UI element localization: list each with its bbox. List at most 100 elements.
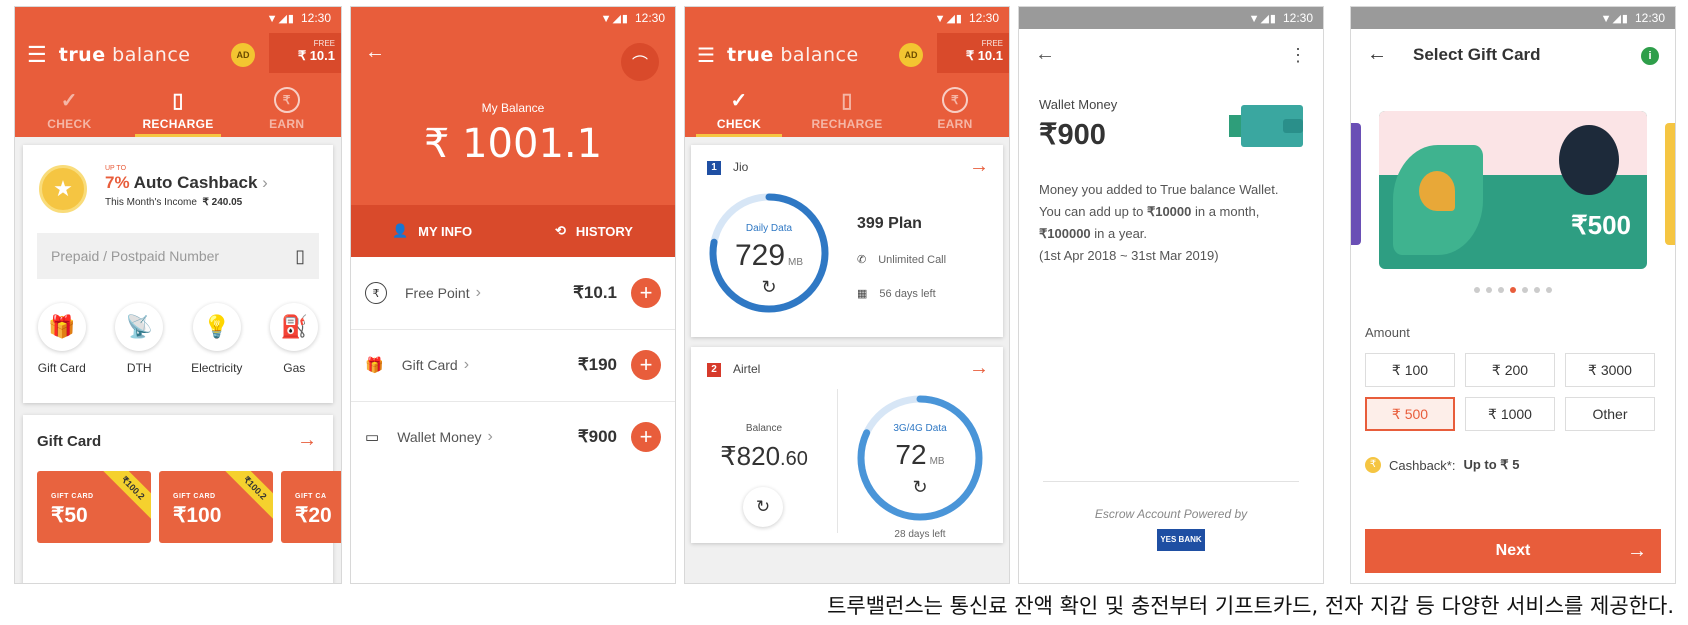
screen-wallet-money: ▼◢▮ 12:30 ← ⋮ Wallet Money ₹900 Money yo…: [1018, 6, 1324, 584]
app-bar: ☰ true balance AD FREE ₹ 10.1: [685, 29, 1009, 81]
service-electricity[interactable]: 💡 Electricity: [182, 303, 252, 375]
airtel-card[interactable]: 2 Airtel → Balance ₹820.60 ↻ 3G/4G Data …: [691, 347, 1003, 543]
refresh-icon[interactable]: ↻: [705, 277, 833, 298]
back-arrow-icon[interactable]: ←: [365, 41, 385, 64]
info-bar: 👤 MY INFO ⟲ HISTORY: [351, 205, 675, 257]
person-icon: 👤: [391, 223, 409, 238]
phone-icon[interactable]: ▯: [295, 246, 305, 267]
history-button[interactable]: ⟲ HISTORY: [513, 205, 675, 257]
more-icon[interactable]: ⋮: [1289, 45, 1307, 66]
status-bar: ▼◢▮ 12:30: [1019, 7, 1323, 29]
airtel-balance-value: ₹820.60: [720, 441, 808, 471]
tab-recharge[interactable]: ▯ RECHARGE: [793, 81, 901, 137]
screen-my-balance: ▼◢▮ 12:30 ← ⌒ My Balance ₹ 1001.1 👤 MY IN…: [350, 6, 676, 584]
cashback-heading[interactable]: 7% Auto Cashback ›: [105, 173, 268, 193]
carousel-dot[interactable]: [1534, 287, 1540, 293]
gift-card-image[interactable]: ₹500: [1379, 111, 1647, 269]
carousel-next-card[interactable]: [1665, 123, 1675, 245]
support-icon[interactable]: ⌒: [621, 43, 659, 81]
jio-card[interactable]: 1 Jio → Daily Data 729 MB ↻ 399 Plan ✆ Unl…: [691, 145, 1003, 337]
gift-card-item[interactable]: GIFT CA ₹20: [281, 471, 341, 543]
days-left: ▦ 56 days left: [857, 288, 936, 300]
status-icons: ▼◢▮: [266, 12, 295, 25]
tab-earn[interactable]: ₹ EARN: [232, 81, 341, 137]
ad-badge[interactable]: AD: [899, 43, 923, 67]
balance-value: ₹ 1001.1: [423, 121, 603, 167]
add-button: +: [631, 350, 661, 380]
amount-option[interactable]: ₹ 100: [1365, 353, 1455, 387]
arrow-right-icon[interactable]: →: [297, 429, 317, 452]
carousel-dot[interactable]: [1546, 287, 1552, 293]
gas-icon: ⛽: [270, 303, 319, 351]
service-gas[interactable]: ⛽ Gas: [259, 303, 329, 375]
carousel-dot[interactable]: [1486, 287, 1492, 293]
back-arrow-icon[interactable]: ←: [1035, 43, 1055, 66]
status-bar: ▼◢▮ 12:30: [685, 7, 1009, 29]
amount-option-selected[interactable]: ₹ 500: [1365, 397, 1455, 431]
info-icon[interactable]: i: [1641, 47, 1659, 65]
amount-option[interactable]: ₹ 200: [1465, 353, 1555, 387]
tab-check[interactable]: ✓ CHECK: [15, 81, 124, 137]
free-points-box[interactable]: FREE ₹ 10.1: [269, 33, 341, 73]
row-wallet-money[interactable]: ▭ Wallet Money › ₹900 +: [351, 401, 675, 473]
tab-earn[interactable]: ₹ EARN: [901, 81, 1009, 137]
cashback-line: ₹ Cashback*: Up to ₹ 5: [1365, 457, 1519, 473]
status-bar: ▼◢▮ 12:30: [1351, 7, 1675, 29]
cashback-corner: ₹100.2: [98, 471, 151, 523]
next-button[interactable]: Next →: [1365, 529, 1661, 573]
tab-bar: ✓ CHECK ▯ RECHARGE ₹ EARN: [15, 81, 341, 137]
arrow-right-icon[interactable]: →: [969, 357, 989, 380]
coin-icon: ★: [39, 165, 87, 213]
carousel-dots: [1351, 287, 1675, 293]
add-button: +: [631, 422, 661, 452]
data-value: 72 MB: [895, 439, 945, 470]
service-list: 🎁 Gift Card 📡 DTH 💡 Electricity ⛽ Gas: [23, 303, 333, 375]
chevron-right-icon: ›: [262, 173, 268, 192]
refresh-button[interactable]: ↻: [743, 487, 783, 527]
amount-option[interactable]: Other: [1565, 397, 1655, 431]
woman-figure-icon: [1559, 125, 1619, 195]
amount-label: Amount: [1365, 325, 1410, 340]
ad-badge[interactable]: AD: [231, 43, 255, 67]
recharge-card: ★ UP TO 7% Auto Cashback › This Month's …: [23, 145, 333, 403]
flower-icon: [1419, 171, 1455, 211]
screen-check: ▼◢▮ 12:30 ☰ true balance AD FREE ₹ 10.1 …: [684, 6, 1010, 584]
free-points-box[interactable]: FREE ₹ 10.1: [937, 33, 1009, 73]
carousel-prev-card[interactable]: [1351, 123, 1361, 245]
divider: [1043, 481, 1299, 482]
back-arrow-icon[interactable]: ←: [1367, 43, 1387, 66]
refresh-icon[interactable]: ↻: [853, 477, 987, 498]
divider: [837, 389, 838, 533]
check-icon: ✓: [60, 89, 78, 112]
data-label: 3G/4G Data: [893, 423, 947, 434]
carousel-dot[interactable]: [1510, 287, 1516, 293]
amount-option[interactable]: ₹ 1000: [1465, 397, 1555, 431]
tab-check[interactable]: ✓ CHECK: [685, 81, 793, 137]
operator-name: Airtel: [733, 362, 761, 376]
balance-label: My Balance: [481, 101, 545, 115]
row-free-point[interactable]: ₹ Free Point › ₹10.1 +: [351, 257, 675, 330]
my-info-button[interactable]: 👤 MY INFO: [351, 205, 513, 257]
gift-card-value: ₹500: [1571, 210, 1631, 240]
menu-icon[interactable]: ☰: [27, 42, 47, 68]
phone-number-input[interactable]: Prepaid / Postpaid Number ▯: [37, 233, 319, 279]
yes-bank-logo: YES BANK: [1157, 529, 1205, 551]
service-dth[interactable]: 📡 DTH: [104, 303, 174, 375]
phone-icon: ▯: [172, 89, 184, 112]
carousel-dot[interactable]: [1498, 287, 1504, 293]
plan-name: 399 Plan: [857, 215, 922, 232]
arrow-right-icon[interactable]: →: [969, 155, 989, 178]
tab-recharge[interactable]: ▯ RECHARGE: [124, 81, 233, 137]
call-icon: ✆: [857, 254, 867, 266]
row-gift-card[interactable]: 🎁 Gift Card › ₹190 +: [351, 329, 675, 402]
service-gift-card[interactable]: 🎁 Gift Card: [27, 303, 97, 375]
gift-card-item[interactable]: ₹100.2 GIFT CARD ₹50: [37, 471, 151, 543]
content-area: 1 Jio → Daily Data 729 MB ↻ 399 Plan ✆ Unl…: [685, 137, 1009, 583]
menu-icon[interactable]: ☰: [697, 43, 715, 68]
amount-option[interactable]: ₹ 3000: [1565, 353, 1655, 387]
rupee-icon: ₹: [365, 282, 387, 304]
carousel-dot[interactable]: [1522, 287, 1528, 293]
gift-card-item[interactable]: ₹100.2 GIFT CARD ₹100: [159, 471, 273, 543]
carousel-dot[interactable]: [1474, 287, 1480, 293]
status-time: 12:30: [300, 11, 331, 25]
